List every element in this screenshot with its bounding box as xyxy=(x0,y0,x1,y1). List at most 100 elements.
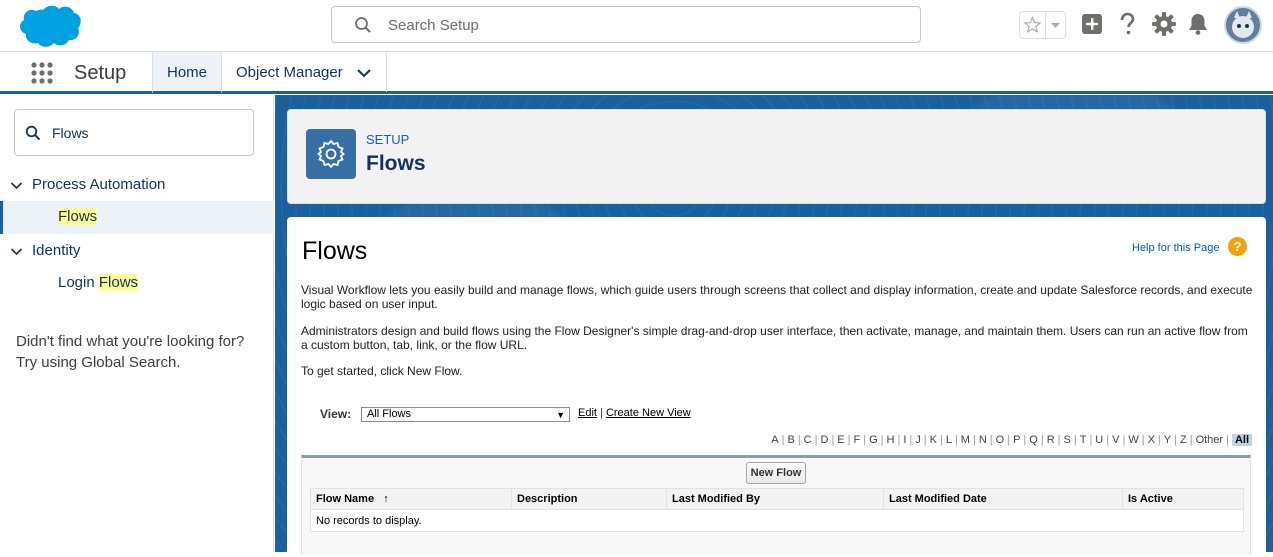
app-name: Setup xyxy=(74,62,127,84)
instructions-paragraph: To get started, click New Flow. xyxy=(301,364,463,378)
alpha-separator: | xyxy=(1226,434,1229,446)
tree-item-label: Login Flows xyxy=(58,274,139,291)
alpha-filter-x[interactable]: X xyxy=(1148,434,1155,446)
setup-gear-icon[interactable] xyxy=(1151,11,1177,37)
alpha-filter-w[interactable]: W xyxy=(1128,434,1138,446)
alpha-separator: | xyxy=(1040,434,1044,446)
favorites-button[interactable] xyxy=(1019,11,1066,39)
alpha-separator: | xyxy=(1106,434,1110,446)
alpha-separator: | xyxy=(1174,434,1177,446)
column-header-flow-name[interactable]: Flow Name ↑ xyxy=(310,488,512,510)
tree-item-flows[interactable]: Flows xyxy=(0,201,274,234)
alpha-separator: | xyxy=(1141,434,1145,446)
chevron-down-icon[interactable] xyxy=(10,179,23,192)
page-header: SETUP Flows xyxy=(287,109,1266,204)
column-header-is-active[interactable]: Is Active xyxy=(1122,488,1244,510)
edit-view-link[interactable]: Edit xyxy=(578,407,597,419)
column-header-last-modified-date[interactable]: Last Modified Date xyxy=(883,488,1123,510)
tree-group-identity[interactable]: Identity xyxy=(0,239,274,267)
content-title: Flows xyxy=(302,237,368,265)
add-icon[interactable] xyxy=(1079,11,1105,37)
alpha-separator: | xyxy=(1189,434,1193,446)
search-highlight: Flows xyxy=(98,274,139,291)
quick-find-input[interactable]: Flows xyxy=(14,109,254,156)
alpha-separator: | xyxy=(1122,434,1126,446)
main-content-area: SETUP Flows Flows Help for this Page ? V… xyxy=(275,95,1273,557)
sort-ascending-icon: ↑ xyxy=(383,493,389,505)
view-label: View: xyxy=(320,407,352,421)
user-avatar[interactable] xyxy=(1224,6,1262,44)
alpha-filter-j[interactable]: J xyxy=(915,434,921,446)
help-for-page-link[interactable]: Help for this Page xyxy=(1132,242,1219,254)
alpha-filter-a[interactable]: A xyxy=(771,434,778,446)
alpha-filter-all[interactable]: All xyxy=(1231,434,1252,446)
app-launcher-icon[interactable] xyxy=(30,61,54,85)
alpha-separator: | xyxy=(831,434,835,446)
tab-home-label: Home xyxy=(167,64,208,81)
alpha-filter-z[interactable]: Z xyxy=(1180,434,1187,446)
description-paragraph: Administrators design and build flows us… xyxy=(301,324,1248,352)
alpha-filter-q[interactable]: Q xyxy=(1029,434,1038,446)
tree-group-label: Identity xyxy=(32,242,81,259)
alpha-separator: | xyxy=(1007,434,1011,446)
view-select-value: All Flows xyxy=(367,408,412,420)
star-icon[interactable] xyxy=(1020,12,1046,38)
page-header-eyebrow: SETUP xyxy=(366,132,410,147)
search-icon xyxy=(25,125,41,141)
alpha-filter-o[interactable]: O xyxy=(996,434,1005,446)
table-header-row: Flow Name ↑ Description Last Modified By… xyxy=(310,488,1244,510)
notifications-bell-icon[interactable] xyxy=(1185,11,1211,37)
alpha-filter-c[interactable]: C xyxy=(804,434,812,446)
column-header-description[interactable]: Description xyxy=(511,488,667,510)
tab-home[interactable]: Home xyxy=(152,52,222,94)
alpha-separator: | xyxy=(1057,434,1061,446)
alphabet-filter: A | B | C | D | E | F | G | H | I | J | K | L | M | N | O | P | Q | R | S | T |… xyxy=(771,434,1252,446)
alpha-separator: | xyxy=(939,434,943,446)
alpha-separator: | xyxy=(1089,434,1093,446)
global-search[interactable] xyxy=(331,6,921,43)
alpha-filter-n[interactable]: N xyxy=(979,434,987,446)
app-nav-bar: Setup Home Object Manager xyxy=(0,52,1273,94)
tree-group-process-automation[interactable]: Process Automation xyxy=(0,173,274,201)
alpha-filter-e[interactable]: E xyxy=(837,434,844,446)
create-new-view-link[interactable]: Create New View xyxy=(606,407,691,419)
alpha-filter-other[interactable]: Other xyxy=(1196,434,1224,446)
view-select[interactable]: All Flows ▼ xyxy=(361,407,570,422)
alpha-separator: | xyxy=(847,434,851,446)
alpha-separator: | xyxy=(1073,434,1077,446)
alpha-separator: | xyxy=(1023,434,1027,446)
chevron-down-icon[interactable] xyxy=(1046,12,1065,38)
help-icon[interactable] xyxy=(1114,11,1140,37)
alpha-separator: | xyxy=(863,434,867,446)
help-question-icon[interactable]: ? xyxy=(1228,237,1247,256)
chevron-down-icon[interactable] xyxy=(10,245,23,258)
table-row: No records to display. xyxy=(310,509,1244,532)
salesforce-logo[interactable] xyxy=(16,3,82,49)
alpha-filter-m[interactable]: M xyxy=(961,434,970,446)
alpha-separator: | xyxy=(989,434,993,446)
description-paragraph: Visual Workflow lets you easily build an… xyxy=(301,283,1253,311)
tree-item-login-flows[interactable]: Login Flows xyxy=(0,267,274,300)
search-input[interactable] xyxy=(388,15,888,35)
alpha-filter-b[interactable]: B xyxy=(787,434,794,446)
alpha-filter-y[interactable]: Y xyxy=(1164,434,1171,446)
dropdown-arrow-icon: ▼ xyxy=(556,410,565,420)
alpha-filter-s[interactable]: S xyxy=(1064,434,1071,446)
alpha-separator: | xyxy=(954,434,958,446)
empty-message: No records to display. xyxy=(310,509,1244,532)
alpha-separator: | xyxy=(880,434,884,446)
alpha-separator: | xyxy=(897,434,901,446)
alpha-separator: | xyxy=(909,434,913,446)
alpha-filter-r[interactable]: R xyxy=(1047,434,1055,446)
alpha-separator: | xyxy=(797,434,801,446)
alpha-filter-g[interactable]: G xyxy=(869,434,878,446)
tab-object-manager[interactable]: Object Manager xyxy=(222,52,387,92)
alpha-separator: | xyxy=(923,434,927,446)
column-header-last-modified-by[interactable]: Last Modified By xyxy=(666,488,884,510)
avatar-astro-icon xyxy=(1232,11,1254,38)
setup-sidebar: Flows Process Automation Flows Identity … xyxy=(0,95,274,552)
alpha-filter-k[interactable]: K xyxy=(930,434,937,446)
chevron-down-icon[interactable] xyxy=(356,65,372,81)
new-flow-button[interactable]: New Flow xyxy=(746,462,806,484)
tree-item-label-prefix: Login xyxy=(58,274,99,291)
